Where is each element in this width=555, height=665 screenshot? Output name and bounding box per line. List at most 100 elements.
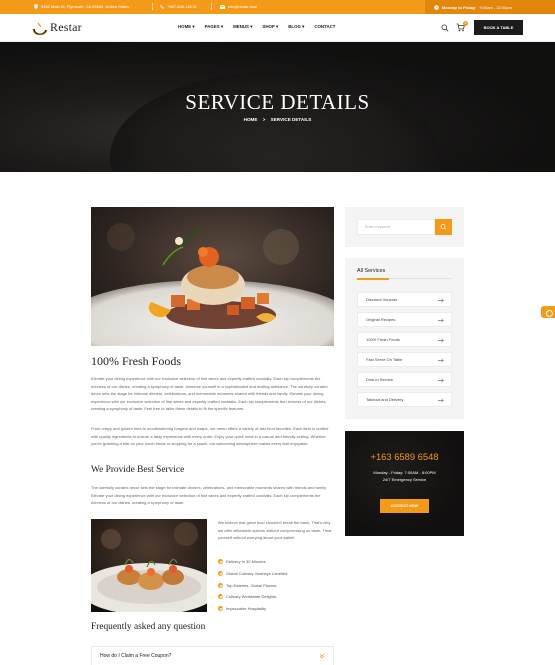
check-icon — [218, 594, 223, 600]
arrow-right-icon — [438, 338, 444, 342]
nav-item-contact[interactable]: CONTACT — [314, 24, 335, 30]
chevron-down-icon — [319, 653, 325, 659]
topbar-phone[interactable]: +987-626-16015 — [160, 4, 196, 9]
breadcrumb-home[interactable]: HOME — [244, 117, 258, 122]
breadcrumb-separator: > — [262, 117, 266, 122]
contact-overlay — [345, 431, 464, 536]
sidebar-item-label: 100% Fresh Foods — [366, 337, 400, 342]
logo-text: Restar — [50, 20, 82, 34]
logo-icon — [32, 22, 48, 35]
check-icon — [218, 582, 223, 588]
contact-phone[interactable]: +163 6589 6548 — [345, 451, 464, 462]
list-item: Impeccable Hospitality — [218, 603, 288, 615]
nav-label: PAGES — [204, 24, 220, 29]
arrow-right-icon — [438, 378, 444, 382]
topbar-address: 9462 Main St, Plymouth, CA 95669, United… — [34, 4, 130, 9]
divider — [152, 3, 153, 10]
topbar-email[interactable]: info@restar.com — [220, 4, 257, 9]
intro-paragraph: Elevate your dining experience with our … — [91, 376, 328, 412]
menu-paragraph: From crispy and golden fries to mouthwat… — [91, 426, 329, 447]
section-heading: 100% Fresh Foods — [91, 354, 182, 368]
breadcrumb-current: SERVICE DETAILS — [270, 117, 312, 122]
nav-item-shop[interactable]: SHOP ▾ — [262, 24, 278, 30]
cart-count-badge: 0 — [463, 21, 468, 26]
appetizer-plate-image — [91, 519, 207, 612]
check-icon — [218, 606, 223, 612]
list-item: Global Culinary Journeys Unveiled. — [218, 568, 288, 580]
plated-dish-image — [91, 207, 334, 346]
cart-button[interactable]: 0 — [456, 21, 468, 32]
sidebar-item-discount-voucher[interactable]: Discount Voucher — [357, 292, 452, 307]
page-title: SERVICE DETAILS — [185, 90, 370, 114]
contact-hours-line: Monday - Friday: 7:00AM - 8:00PM — [373, 470, 436, 475]
nav-item-blog[interactable]: BLOG ▾ — [288, 24, 304, 30]
contact-now-button[interactable]: CONTACT NOW — [380, 499, 429, 513]
arrow-right-icon — [438, 358, 444, 362]
nav-label: BLOG — [288, 24, 301, 29]
hours-value: 9:00am - 22:00pm — [479, 4, 512, 10]
top-bar: 9462 Main St, Plymouth, CA 95669, United… — [0, 0, 555, 14]
checklist-label: Global Culinary Journeys Unveiled. — [226, 571, 289, 577]
list-item: Delivery In 30 Minutes — [218, 556, 288, 568]
faq-question[interactable]: How do I Claim a Free Coupon? — [91, 646, 334, 665]
faq-heading: Frequently asked any question — [91, 622, 206, 632]
location-icon — [34, 4, 38, 9]
check-icon — [218, 559, 223, 565]
widget-title-underline — [357, 277, 452, 280]
sidebar-item-label: Discount Voucher — [366, 297, 398, 302]
widget-title: All Services — [357, 268, 386, 274]
search-icon[interactable] — [441, 24, 449, 32]
list-item: Culinary Worldwide Delights. — [218, 591, 288, 603]
arrow-right-icon — [438, 318, 444, 322]
book-table-button[interactable]: BOOK A TABLE — [474, 20, 523, 35]
contact-emergency-line: 24/7 Emergency Service — [382, 477, 427, 482]
sidebar-item-label: Original Recipes — [366, 317, 396, 322]
checklist-label: Delivery In 30 Minutes — [226, 559, 266, 565]
topbar-hours: Monday to Friday: 9:00am - 22:00pm — [425, 0, 555, 14]
service-secondary-image — [91, 519, 207, 612]
search-icon — [440, 224, 447, 230]
sidebar-contact-widget — [345, 431, 464, 536]
sidebar-item-fresh-foods[interactable]: 100% Fresh Foods — [357, 332, 452, 347]
service-paragraph: The carefully curated decor sets the sta… — [91, 485, 327, 506]
breadcrumb: HOME > SERVICE DETAILS — [0, 117, 555, 122]
arrow-right-icon — [438, 398, 444, 402]
affordable-paragraph: We believe that great food shouldn't bre… — [218, 520, 332, 541]
nav-label: HOME — [178, 24, 192, 29]
search-button[interactable] — [435, 219, 452, 235]
contact-hours: Monday - Friday: 7:00AM - 8:00PM 24/7 Em… — [345, 469, 464, 483]
sidebar-item-label: Dine-in Service — [366, 377, 394, 382]
search-input[interactable]: Enter Keyword — [357, 219, 435, 235]
faq-question-text: How do I Claim a Free Coupon? — [100, 653, 172, 659]
arrow-right-icon — [438, 298, 444, 302]
mail-icon — [220, 4, 225, 9]
checklist-label: Culinary Worldwide Delights. — [226, 594, 278, 600]
sidebar-item-label: Fast Serve On Table — [366, 357, 403, 362]
settings-toggle-tab[interactable] — [541, 306, 555, 318]
feature-checklist: Delivery In 30 Minutes Global Culinary J… — [218, 556, 288, 614]
sidebar-item-dine-in[interactable]: Dine-in Service — [357, 372, 452, 387]
topbar-address-text: 9462 Main St, Plymouth, CA 95669, United… — [41, 4, 130, 9]
logo[interactable]: Restar — [32, 20, 82, 35]
hours-label: Monday to Friday: — [442, 4, 477, 10]
checklist-label: Impeccable Hospitality — [226, 606, 267, 612]
nav-item-pages[interactable]: PAGES ▾ — [205, 24, 223, 30]
sidebar-item-takeout[interactable]: Takeout and Delivery — [357, 392, 452, 407]
main-nav: HOME ▾ PAGES ▾ MENUS ▾ SHOP ▾ BLOG ▾ CON… — [178, 24, 335, 30]
sidebar-item-fast-serve[interactable]: Fast Serve On Table — [357, 352, 452, 367]
phone-icon — [160, 4, 164, 9]
topbar-phone-text: +987-626-16015 — [167, 4, 197, 9]
check-icon — [218, 571, 223, 577]
section-subheading: We Provide Best Service — [91, 465, 185, 475]
topbar-email-text: info@restar.com — [228, 4, 258, 9]
clock-icon — [434, 4, 439, 10]
nav-item-menus[interactable]: MENUS ▾ — [233, 24, 252, 30]
sidebar-item-original-recipes[interactable]: Original Recipes — [357, 312, 452, 327]
divider — [211, 3, 212, 10]
nav-item-home[interactable]: HOME ▾ — [178, 24, 195, 30]
main-header: Restar HOME ▾ PAGES ▾ MENUS ▾ SHOP ▾ BLO… — [0, 14, 555, 42]
nav-label: SHOP — [262, 24, 275, 29]
service-main-image — [91, 207, 334, 346]
page-banner: SERVICE DETAILS HOME > SERVICE DETAILS — [0, 42, 555, 172]
sidebar-item-label: Takeout and Delivery — [366, 397, 404, 402]
